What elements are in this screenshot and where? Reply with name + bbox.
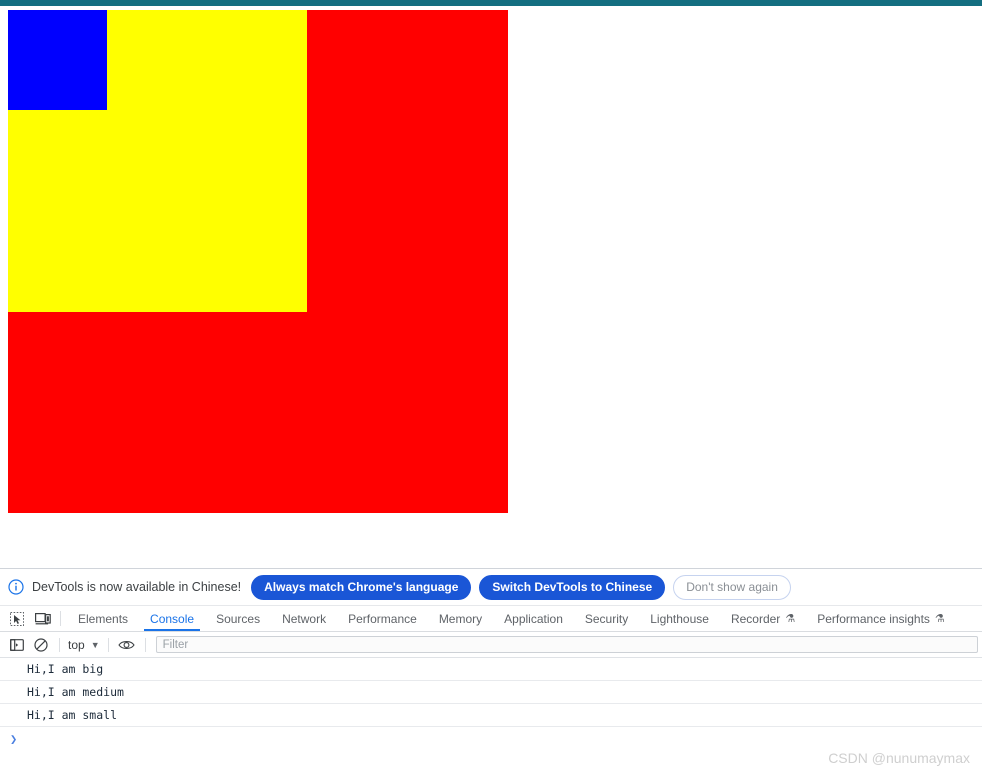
- tab-network[interactable]: Network: [271, 606, 337, 631]
- console-message-text: Hi,I am big: [27, 662, 104, 676]
- tab-label: Console: [150, 611, 195, 626]
- devtools-panel: DevTools is now available in Chinese! Al…: [0, 568, 982, 772]
- tab-security[interactable]: Security: [574, 606, 639, 631]
- tab-performance-insights[interactable]: Performance insights ⚗: [806, 606, 956, 631]
- switch-devtools-to-chinese-button[interactable]: Switch DevTools to Chinese: [479, 574, 666, 600]
- tab-label: Sources: [216, 611, 261, 626]
- clear-console-icon[interactable]: [29, 634, 53, 656]
- console-toolbar: top ▼ Filter: [0, 632, 982, 658]
- tab-label: Application: [504, 611, 563, 626]
- tab-label: Security: [584, 611, 629, 626]
- console-prompt[interactable]: ❯: [0, 727, 982, 751]
- dont-show-again-button[interactable]: Don't show again: [673, 574, 791, 600]
- toolbar-divider: [107, 637, 109, 652]
- experiment-flask-icon: ⚗: [785, 613, 796, 625]
- tab-recorder[interactable]: Recorder ⚗: [720, 606, 806, 631]
- console-output: Hi,I am big Hi,I am medium Hi,I am small…: [0, 658, 982, 751]
- box-big: [8, 10, 508, 513]
- console-sidebar-icon[interactable]: [5, 634, 29, 656]
- inspect-element-icon[interactable]: [4, 606, 30, 631]
- page-viewport: [0, 6, 982, 568]
- tab-label: Performance insights: [817, 611, 930, 626]
- tab-application[interactable]: Application: [493, 606, 574, 631]
- tab-console[interactable]: Console: [139, 606, 205, 631]
- tab-label: Performance: [348, 611, 417, 626]
- eye-icon[interactable]: [115, 634, 139, 656]
- always-match-chrome-language-button[interactable]: Always match Chrome's language: [251, 574, 472, 600]
- devtools-language-infobar: DevTools is now available in Chinese! Al…: [0, 569, 982, 606]
- console-message-text: Hi,I am small: [27, 708, 118, 722]
- toolbar-divider: [144, 637, 146, 652]
- tab-lighthouse[interactable]: Lighthouse: [639, 606, 720, 631]
- tab-performance[interactable]: Performance: [337, 606, 428, 631]
- device-toolbar-icon[interactable]: [30, 606, 56, 631]
- console-message-row[interactable]: Hi,I am big: [0, 658, 982, 681]
- info-circle-icon: [8, 579, 24, 595]
- tab-label: Recorder: [730, 611, 781, 626]
- box-small: [8, 10, 107, 110]
- watermark: CSDN @nunumaymax: [828, 750, 970, 766]
- console-message-row[interactable]: Hi,I am small: [0, 704, 982, 727]
- console-filter-input[interactable]: Filter: [155, 636, 978, 653]
- javascript-context-selector[interactable]: top ▼: [66, 638, 102, 652]
- console-message-row[interactable]: Hi,I am medium: [0, 681, 982, 704]
- tab-label: Lighthouse: [650, 611, 709, 626]
- tab-elements[interactable]: Elements: [67, 606, 139, 631]
- box-medium: [8, 10, 307, 312]
- context-label: top: [68, 637, 85, 652]
- tab-sources[interactable]: Sources: [205, 606, 271, 631]
- filter-placeholder: Filter: [162, 638, 189, 651]
- infobar-message: DevTools is now available in Chinese!: [32, 580, 242, 594]
- tab-memory[interactable]: Memory: [428, 606, 493, 631]
- tab-label: Network: [282, 611, 327, 626]
- tab-label: Elements: [78, 611, 129, 626]
- chevron-down-icon: ▼: [90, 639, 100, 650]
- devtools-tabstrip: Elements Console Sources Network Perform…: [0, 606, 982, 632]
- prompt-caret-icon: ❯: [10, 732, 18, 746]
- tab-label: Memory: [438, 611, 483, 626]
- toolbar-divider: [59, 637, 60, 652]
- experiment-flask-icon: ⚗: [934, 613, 945, 625]
- console-message-text: Hi,I am medium: [27, 685, 124, 699]
- tabstrip-divider: [60, 611, 61, 626]
